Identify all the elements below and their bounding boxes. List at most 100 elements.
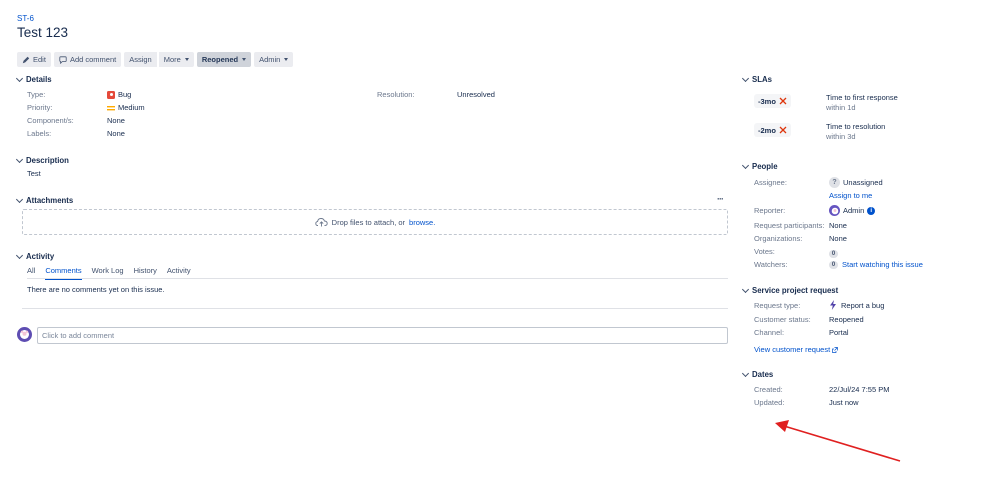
assignee-value[interactable]: ? Unassigned [829,177,883,188]
sla-name: Time to resolution [826,122,886,131]
reporter-label: Reporter: [754,206,786,215]
service-request-section-toggle[interactable]: Service project request [741,285,839,295]
created-value: 22/Jul/24 7:55 PM [829,385,890,394]
admin-button[interactable]: Admin [254,52,294,67]
organizations-value: None [829,234,847,243]
chevron-down-icon [15,195,24,203]
organizations-label: Organizations: [754,234,803,243]
labels-value: None [107,129,125,138]
votes-badge: 0 [829,250,838,258]
comment-icon [59,55,67,64]
avatar-icon [20,330,29,339]
slas-section-toggle[interactable]: SLAs [741,74,772,84]
more-label: More [163,55,181,64]
reporter-value[interactable]: Admin i [829,205,876,216]
sla-value: -3mo [758,96,776,106]
type-text: Bug [118,90,132,99]
chevron-down-icon [242,58,247,61]
issue-key-link[interactable]: ST-6 [17,14,34,23]
chevron-down-icon [741,161,750,169]
status-transition-button[interactable]: Reopened [196,52,252,67]
votes-value[interactable]: 0 [829,247,838,258]
chevron-down-icon [741,369,750,377]
activity-heading: Activity [26,252,55,261]
add-comment-input[interactable]: Click to add comment [37,327,728,344]
updated-value: Just now [829,398,859,407]
assign-to-me-link[interactable]: Assign to me [829,191,872,200]
issue-toolbar: Edit Add comment Assign More Reopened Ad… [17,52,294,67]
lightning-bolt-icon [830,300,836,310]
votes-label: Votes: [754,247,775,256]
chevron-down-icon [284,58,289,61]
edit-label: Edit [33,55,46,64]
dates-section-toggle[interactable]: Dates [741,369,773,379]
sla-goal: within 3d [826,132,856,141]
channel-value: Portal [829,328,849,337]
description-heading: Description [26,156,69,165]
cloud-upload-icon [315,218,328,227]
assignee-label: Assignee: [754,178,787,187]
people-heading: People [752,162,778,171]
chevron-down-icon [15,251,24,259]
attachment-dropzone[interactable]: Drop files to attach, or browse. [22,209,728,235]
close-icon [779,97,787,105]
channel-label: Channel: [754,328,785,337]
request-type-label: Request type: [754,301,801,310]
pencil-icon [22,56,30,63]
issue-title: Test 123 [17,25,69,40]
details-section-toggle[interactable]: Details [15,74,52,84]
chevron-down-icon [741,285,750,293]
details-heading: Details [26,75,52,84]
add-comment-label: Add comment [69,55,117,64]
chevron-down-icon [15,155,24,163]
browse-link[interactable]: browse. [409,218,435,227]
components-value: None [107,116,125,125]
assign-button[interactable]: Assign [124,52,157,67]
no-comments-message: There are no comments yet on this issue. [27,285,165,294]
request-type-value: Report a bug [829,300,884,310]
tabs-divider [27,278,728,279]
annotation-arrow-icon [775,420,901,462]
participants-label: Request participants: [754,221,825,230]
service-request-heading: Service project request [752,286,839,295]
attachments-section-toggle[interactable]: Attachments [15,195,74,205]
avatar-icon [831,207,838,214]
add-comment-button[interactable]: Add comment [53,52,122,67]
start-watching-link[interactable]: Start watching this issue [842,260,923,269]
resolution-value: Unresolved [457,90,495,99]
sla-first-response-badge: -3mo [754,94,791,108]
assignee-text: Unassigned [843,178,883,187]
request-type-text: Report a bug [841,300,885,310]
priority-label: Priority: [27,103,53,112]
chevron-down-icon [15,74,24,82]
watchers-badge[interactable]: 0 [829,260,838,269]
user-avatar [17,327,32,342]
edit-button[interactable]: Edit [17,52,51,67]
status-label: Reopened [201,55,239,64]
type-value: Bug [107,90,131,99]
attachments-heading: Attachments [26,196,74,205]
activity-section-toggle[interactable]: Activity [15,251,55,261]
watchers-value: 0 Start watching this issue [829,260,923,269]
description-text[interactable]: Test [27,169,41,178]
more-button[interactable]: More [157,52,194,67]
attachments-more-icon[interactable]: ··· [717,194,724,204]
type-label: Type: [27,90,46,99]
external-link-icon [832,346,839,353]
participants-value: None [829,221,847,230]
activity-divider [22,308,728,309]
slas-heading: SLAs [752,75,772,84]
customer-status-label: Customer status: [754,315,811,324]
resolution-label: Resolution: [377,90,415,99]
customer-status-value: Reopened [829,315,864,324]
people-section-toggle[interactable]: People [741,161,778,171]
description-section-toggle[interactable]: Description [15,155,69,165]
priority-text: Medium [118,103,145,112]
chevron-down-icon [184,58,189,61]
chevron-down-icon [741,74,750,82]
view-customer-request-link[interactable]: View customer request [754,345,839,354]
bug-icon [107,90,115,99]
info-icon[interactable]: i [867,206,876,215]
labels-label: Labels: [27,129,52,138]
reporter-text: Admin [843,206,865,215]
